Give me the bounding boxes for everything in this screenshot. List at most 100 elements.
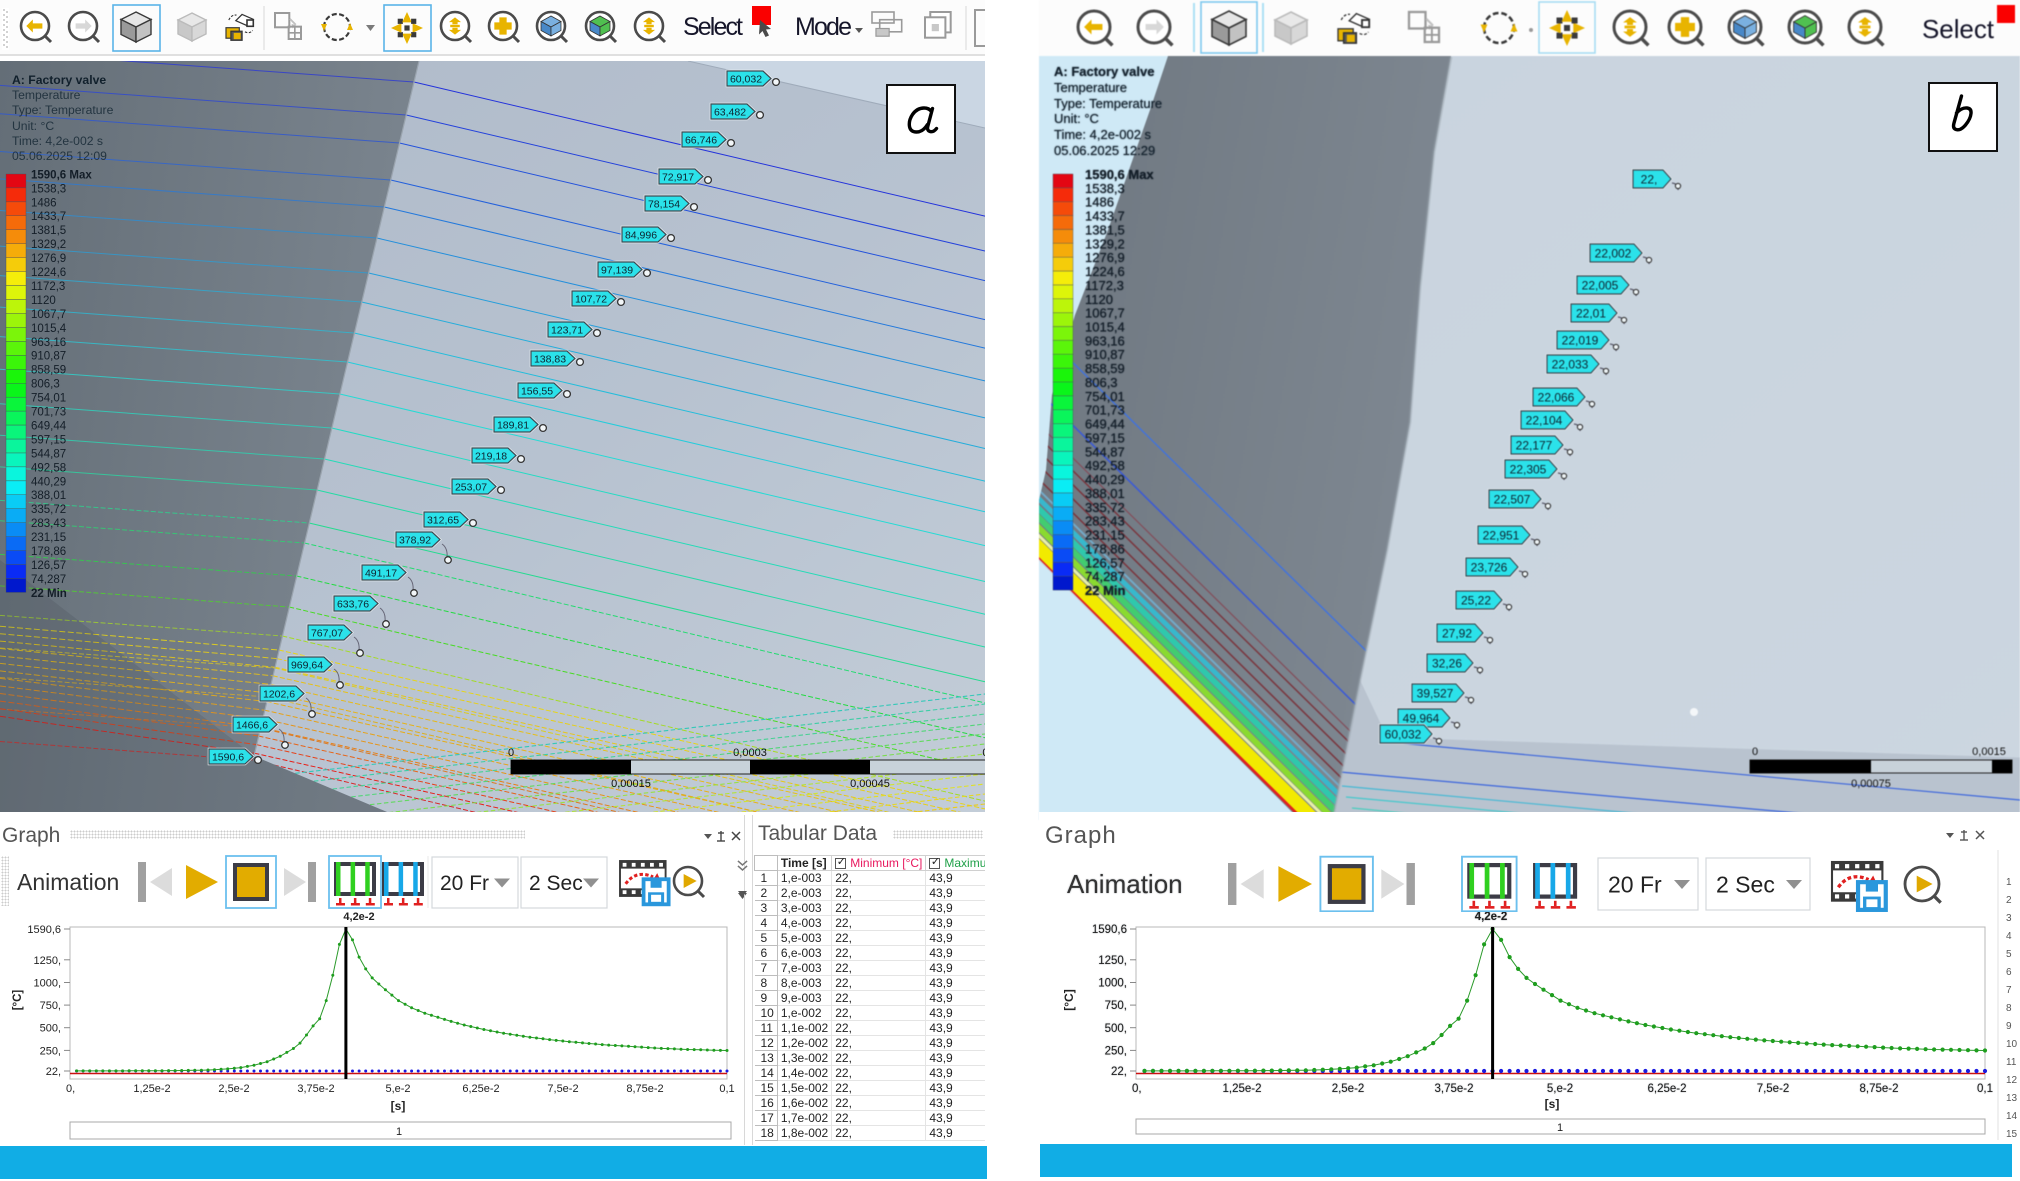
- svg-text:701,73: 701,73: [1085, 403, 1125, 418]
- svg-text:22,951: 22,951: [1483, 528, 1520, 542]
- svg-text:500,: 500,: [40, 1023, 61, 1035]
- svg-text:1: 1: [1557, 1122, 1563, 1134]
- svg-text:Animation: Animation: [17, 869, 119, 895]
- svg-text:22,066: 22,066: [1538, 390, 1575, 404]
- svg-text:22 Min: 22 Min: [1085, 583, 1126, 598]
- svg-text:388,01: 388,01: [31, 490, 66, 502]
- svg-text:492,58: 492,58: [1085, 458, 1125, 473]
- svg-text:Time: 4,2e-002 s: Time: 4,2e-002 s: [12, 134, 103, 148]
- svg-text:5,e-2: 5,e-2: [385, 1083, 410, 1095]
- svg-text:491,17: 491,17: [365, 567, 397, 579]
- svg-text:22,507: 22,507: [1494, 492, 1531, 506]
- svg-text:22,005: 22,005: [1582, 278, 1619, 292]
- svg-text:335,72: 335,72: [31, 504, 66, 516]
- svg-text:13: 13: [2006, 1093, 2018, 1104]
- svg-text:0,0015: 0,0015: [1972, 746, 2006, 758]
- svg-text:5,e-2: 5,e-2: [1547, 1083, 1573, 1095]
- svg-text:633,76: 633,76: [337, 598, 369, 610]
- svg-text:84,996: 84,996: [625, 229, 657, 241]
- svg-text:1,25e-2: 1,25e-2: [133, 1083, 170, 1095]
- svg-text:2,5e-2: 2,5e-2: [1332, 1083, 1365, 1095]
- svg-text:8,75e-2: 8,75e-2: [1859, 1083, 1898, 1095]
- svg-text:22,305: 22,305: [1510, 462, 1547, 476]
- svg-text:597,15: 597,15: [1085, 431, 1125, 446]
- svg-text:1120: 1120: [31, 295, 56, 307]
- svg-text:5: 5: [2006, 949, 2012, 960]
- svg-text:22,104: 22,104: [1526, 413, 1563, 427]
- svg-text:[s]: [s]: [391, 1099, 406, 1113]
- svg-text:283,43: 283,43: [1085, 514, 1125, 529]
- svg-text:22,002: 22,002: [1595, 246, 1632, 260]
- svg-text:0,1: 0,1: [1977, 1083, 1993, 1095]
- svg-text:0: 0: [1752, 746, 1758, 758]
- svg-text:15: 15: [2006, 1129, 2018, 1140]
- svg-text:1381,5: 1381,5: [1085, 222, 1125, 237]
- svg-text:A: Factory valve: A: Factory valve: [1054, 64, 1154, 79]
- svg-text:1276,9: 1276,9: [1085, 250, 1125, 265]
- svg-text:0,0003: 0,0003: [733, 747, 767, 759]
- svg-text:701,73: 701,73: [31, 407, 66, 419]
- svg-text:440,29: 440,29: [1085, 472, 1125, 487]
- svg-text:12: 12: [2006, 1075, 2018, 1086]
- svg-text:806,3: 806,3: [31, 379, 60, 391]
- svg-text:72,917: 72,917: [662, 171, 694, 183]
- svg-text:178,86: 178,86: [1085, 541, 1125, 556]
- svg-text:8: 8: [2006, 1003, 2012, 1014]
- svg-text:1,25e-2: 1,25e-2: [1222, 1083, 1261, 1095]
- svg-text:0,00075: 0,00075: [1851, 778, 1891, 790]
- svg-text:1538,3: 1538,3: [31, 183, 66, 195]
- svg-text:Type: Temperature: Type: Temperature: [1054, 96, 1162, 111]
- svg-text:189,81: 189,81: [497, 419, 529, 431]
- svg-text:Temperature: Temperature: [1054, 80, 1127, 95]
- svg-text:544,87: 544,87: [31, 448, 66, 460]
- svg-text:231,15: 231,15: [31, 532, 66, 544]
- svg-text:20 Fr: 20 Fr: [1608, 871, 1662, 897]
- svg-text:Select: Select: [683, 13, 743, 41]
- svg-text:963,16: 963,16: [1085, 333, 1125, 348]
- svg-text:910,87: 910,87: [31, 351, 66, 363]
- svg-text:22,019: 22,019: [1562, 333, 1599, 347]
- svg-text:[°C]: [°C]: [1062, 989, 1076, 1010]
- svg-text:858,59: 858,59: [31, 365, 66, 377]
- svg-text:Animation: Animation: [1067, 869, 1183, 899]
- svg-text:6,25e-2: 6,25e-2: [1647, 1083, 1686, 1095]
- svg-text:754,01: 754,01: [31, 393, 66, 405]
- svg-text:22,01: 22,01: [1576, 306, 1606, 320]
- svg-text:649,44: 649,44: [1085, 417, 1125, 432]
- svg-text:1172,3: 1172,3: [1085, 278, 1124, 293]
- svg-text:[°C]: [°C]: [12, 990, 24, 1011]
- svg-text:0,00045: 0,00045: [850, 778, 890, 790]
- svg-text:6,25e-2: 6,25e-2: [462, 1083, 499, 1095]
- svg-text:1224,6: 1224,6: [31, 267, 66, 279]
- svg-text:312,65: 312,65: [427, 514, 459, 526]
- svg-text:74,287: 74,287: [1085, 569, 1125, 584]
- svg-text:1329,2: 1329,2: [1085, 236, 1125, 251]
- svg-text:23,726: 23,726: [1471, 560, 1508, 574]
- svg-text:597,15: 597,15: [31, 434, 66, 446]
- svg-text:750,: 750,: [40, 1000, 61, 1012]
- svg-text:05.06.2025 12:09: 05.06.2025 12:09: [12, 149, 107, 163]
- svg-text:1120: 1120: [1085, 292, 1113, 307]
- svg-text:1067,7: 1067,7: [1085, 306, 1125, 321]
- svg-text:78,154: 78,154: [648, 198, 680, 210]
- svg-text:1224,6: 1224,6: [1085, 264, 1125, 279]
- svg-text:754,01: 754,01: [1085, 389, 1125, 404]
- svg-text:1202,6: 1202,6: [263, 688, 295, 700]
- svg-text:1250,: 1250,: [33, 955, 61, 967]
- svg-text:1466,6: 1466,6: [236, 719, 268, 731]
- svg-text:14: 14: [2006, 1111, 2018, 1122]
- svg-text:0,: 0,: [1132, 1083, 1142, 1095]
- svg-text:1433,7: 1433,7: [31, 211, 66, 223]
- svg-text:335,72: 335,72: [1085, 500, 1125, 515]
- svg-text:126,57: 126,57: [31, 560, 66, 572]
- svg-text:858,59: 858,59: [1085, 361, 1125, 376]
- svg-text:1276,9: 1276,9: [31, 253, 66, 265]
- svg-text:8,75e-2: 8,75e-2: [626, 1083, 663, 1095]
- svg-text:2 Sec: 2 Sec: [529, 872, 583, 895]
- svg-text:0,1: 0,1: [719, 1083, 734, 1095]
- svg-text:1486: 1486: [31, 197, 57, 209]
- svg-text:97,139: 97,139: [601, 264, 633, 276]
- svg-text:1433,7: 1433,7: [1085, 209, 1125, 224]
- svg-text:05.06.2025 12:29: 05.06.2025 12:29: [1054, 143, 1155, 158]
- svg-text:388,01: 388,01: [1085, 486, 1125, 501]
